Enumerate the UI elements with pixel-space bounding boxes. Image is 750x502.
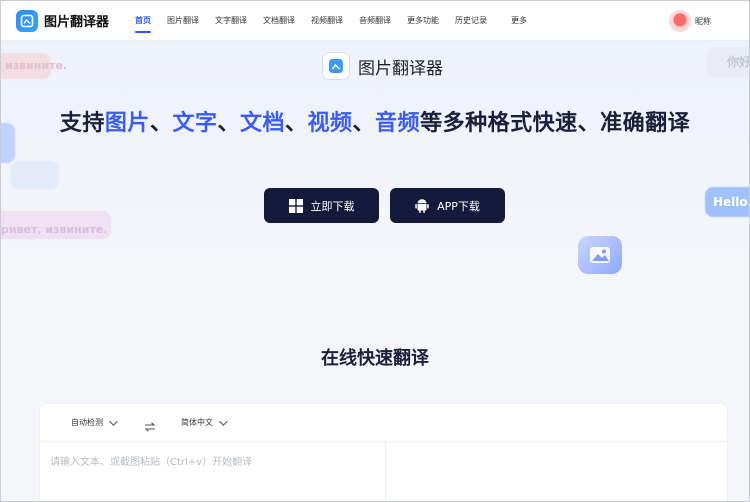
hero-title-part: 、 bbox=[285, 111, 308, 136]
user-menu[interactable]: 昵称 bbox=[669, 10, 711, 32]
hero-brand: 图片翻译器 bbox=[322, 52, 443, 80]
decor-russian-text-bottom: ривет, извините. bbox=[1, 223, 108, 236]
app-download-button[interactable]: APP下载 bbox=[390, 188, 505, 223]
hero-title-highlight: 图片 bbox=[104, 111, 150, 136]
panel-divider bbox=[385, 442, 386, 501]
main-nav: 首页 图片翻译 文字翻译 文档翻译 视频翻译 音频翻译 更多功能 历史记录 更多 bbox=[135, 1, 543, 41]
nav-image-translate[interactable]: 图片翻译 bbox=[167, 1, 199, 41]
logo[interactable]: 图片翻译器 bbox=[16, 9, 110, 32]
swap-languages-icon[interactable] bbox=[144, 417, 156, 436]
target-language-select[interactable]: 简体中文 bbox=[181, 404, 228, 442]
hero-title-part: 、 bbox=[352, 111, 376, 136]
decor-english-text: Hello. bbox=[713, 195, 749, 209]
source-text-input[interactable] bbox=[50, 453, 375, 498]
source-language-select[interactable]: 自动检测 bbox=[71, 404, 118, 442]
picture-translator-logo-icon bbox=[322, 52, 350, 80]
nav-more[interactable]: 更多 bbox=[511, 1, 527, 41]
target-language-label: 简体中文 bbox=[181, 418, 213, 427]
nav-text-translate[interactable]: 文字翻译 bbox=[215, 1, 247, 41]
hero-banner: извините. ривет, извините. 你好 Hello. 图片翻… bbox=[1, 41, 749, 274]
hero-title-part: 等多种格式快速、准确翻译 bbox=[420, 111, 691, 136]
decor-russian-text-top: извините. bbox=[5, 59, 68, 72]
nav-audio-translate[interactable]: 音频翻译 bbox=[359, 1, 391, 41]
app-name: 图片翻译器 bbox=[44, 15, 110, 30]
decor-chinese-text: 你好 bbox=[727, 55, 749, 69]
hero-title-highlight: 视频 bbox=[307, 111, 353, 136]
decor-card bbox=[11, 161, 59, 189]
app-window: 图片翻译器 首页 图片翻译 文字翻译 文档翻译 视频翻译 音频翻译 更多功能 历… bbox=[0, 0, 750, 502]
nav-document-translate[interactable]: 文档翻译 bbox=[263, 1, 295, 41]
hero-brand-name: 图片翻译器 bbox=[358, 58, 443, 79]
top-nav-bar: 图片翻译器 首页 图片翻译 文字翻译 文档翻译 视频翻译 音频翻译 更多功能 历… bbox=[1, 1, 749, 41]
picture-translator-logo-icon bbox=[16, 9, 38, 32]
hero-title-highlight: 文档 bbox=[239, 111, 285, 136]
section-title: 在线快速翻译 bbox=[321, 348, 429, 369]
avatar[interactable] bbox=[669, 10, 691, 32]
image-tile-icon bbox=[578, 236, 622, 274]
hero-title-part: 、 bbox=[149, 111, 173, 136]
hero-title-part: 支持 bbox=[59, 111, 105, 136]
nav-history[interactable]: 历史记录 bbox=[455, 1, 487, 41]
nav-home[interactable]: 首页 bbox=[135, 1, 152, 41]
hero-title: 支持图片、文字、文档、视频、音频等多种格式快速、准确翻译 bbox=[1, 105, 749, 137]
hero-title-highlight: 文字 bbox=[172, 111, 218, 136]
language-bar: 自动检测 简体中文 bbox=[40, 404, 727, 442]
chevron-down-icon bbox=[109, 417, 118, 426]
hero-title-highlight: 音频 bbox=[375, 111, 421, 136]
chevron-down-icon bbox=[219, 417, 228, 426]
windows-icon bbox=[288, 198, 303, 213]
nav-video-translate[interactable]: 视频翻译 bbox=[311, 1, 343, 41]
hero-title-part: 、 bbox=[217, 111, 240, 136]
user-nickname[interactable]: 昵称 bbox=[695, 16, 711, 27]
windows-download-button[interactable]: 立即下载 bbox=[264, 188, 379, 223]
nav-more-features[interactable]: 更多功能 bbox=[407, 1, 439, 41]
app-download-label: APP下载 bbox=[437, 199, 480, 213]
translator-panel: 自动检测 简体中文 bbox=[39, 403, 728, 501]
windows-download-label: 立即下载 bbox=[310, 199, 355, 213]
android-icon bbox=[415, 199, 429, 213]
source-language-label: 自动检测 bbox=[71, 418, 103, 427]
